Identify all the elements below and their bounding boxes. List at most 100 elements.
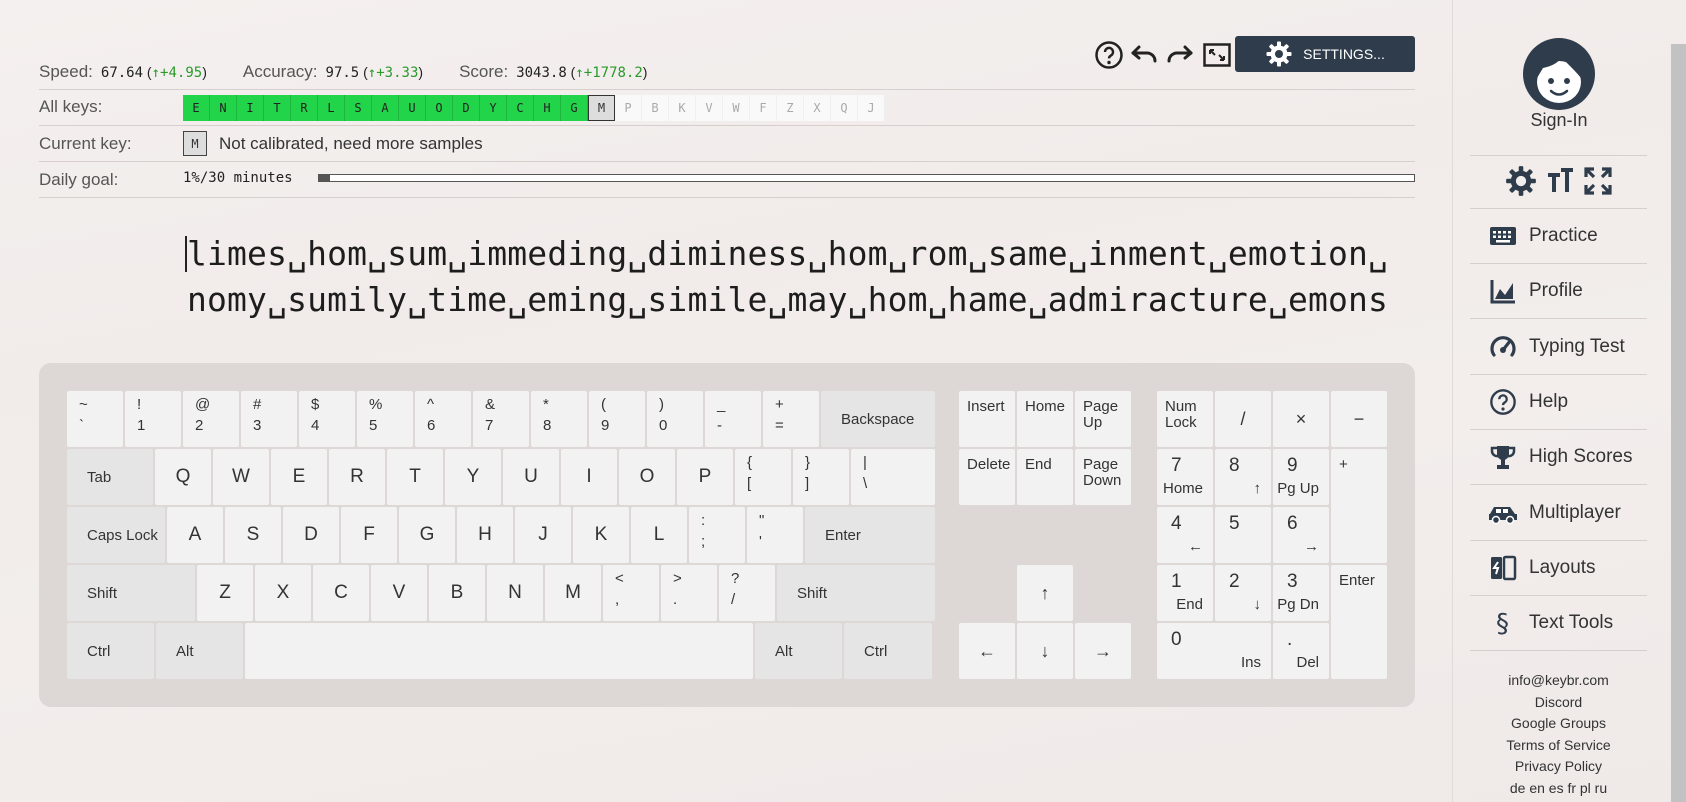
key-p[interactable]: P: [677, 449, 733, 505]
key-;[interactable]: :;: [689, 507, 745, 563]
key-[[interactable]: {[: [735, 449, 791, 505]
key-s[interactable]: S: [225, 507, 281, 563]
key-ctrl-left[interactable]: Ctrl: [67, 623, 154, 679]
key-m[interactable]: M: [545, 565, 601, 621]
key-num-plus[interactable]: +: [1331, 449, 1387, 563]
key-w[interactable]: W: [213, 449, 269, 505]
sidebar-item-layouts[interactable]: Layouts: [1488, 553, 1596, 583]
key-r[interactable]: R: [329, 449, 385, 505]
key-l[interactable]: L: [631, 507, 687, 563]
key-insert[interactable]: Insert: [959, 391, 1015, 447]
sidebar-item-profile[interactable]: Profile: [1488, 276, 1583, 306]
privacy-link[interactable]: Privacy Policy: [1470, 756, 1647, 778]
terms-link[interactable]: Terms of Service: [1470, 735, 1647, 757]
key--[interactable]: _ -: [705, 391, 761, 447]
key-][interactable]: }]: [793, 449, 849, 505]
key-home[interactable]: Home: [1017, 391, 1073, 447]
key-alt-left[interactable]: Alt: [156, 623, 243, 679]
scrollbar[interactable]: [1671, 44, 1686, 802]
key-`[interactable]: ~ `: [67, 391, 123, 447]
key-page-down[interactable]: Page Down: [1075, 449, 1131, 505]
lesson-line-1[interactable]: limes␣hom␣sum␣immeding␣diminess␣hom␣rom␣…: [187, 234, 1388, 273]
key-t[interactable]: T: [387, 449, 443, 505]
key-backspace[interactable]: Backspace: [821, 391, 935, 447]
key-u[interactable]: U: [503, 449, 559, 505]
key-arrow-up[interactable]: ↑: [1017, 565, 1073, 621]
key-alt-right[interactable]: Alt: [755, 623, 842, 679]
key-o[interactable]: O: [619, 449, 675, 505]
key-shift-right[interactable]: Shift: [777, 565, 935, 621]
key-q[interactable]: Q: [155, 449, 211, 505]
key-/[interactable]: ? /: [719, 565, 775, 621]
key-j[interactable]: J: [515, 507, 571, 563]
key-.[interactable]: >.: [661, 565, 717, 621]
key-,[interactable]: <,: [603, 565, 659, 621]
key-g[interactable]: G: [399, 507, 455, 563]
key-\[interactable]: | \: [851, 449, 935, 505]
key-b[interactable]: B: [429, 565, 485, 621]
email-link[interactable]: info@keybr.com: [1470, 670, 1647, 692]
key-2[interactable]: @2: [183, 391, 239, 447]
key-enter[interactable]: Enter: [805, 507, 935, 563]
key-num-divide[interactable]: /: [1215, 391, 1271, 447]
undo-icon[interactable]: [1128, 39, 1160, 71]
key-=[interactable]: + =: [763, 391, 819, 447]
key-arrow-down[interactable]: ↓: [1017, 623, 1073, 679]
key-caps-lock[interactable]: Caps Lock: [67, 507, 165, 563]
key-num-minus[interactable]: −: [1331, 391, 1387, 447]
key-num-1[interactable]: 1 End: [1157, 565, 1213, 621]
key-ctrl-right[interactable]: Ctrl: [844, 623, 932, 679]
key-7[interactable]: & 7: [473, 391, 529, 447]
key-6[interactable]: ^ 6: [415, 391, 471, 447]
lesson-line-2[interactable]: nomy␣sumily␣time␣eming␣simile␣may␣hom␣ha…: [187, 280, 1388, 319]
key-i[interactable]: I: [561, 449, 617, 505]
theme-gear-icon[interactable]: [1505, 165, 1537, 197]
sign-in-link[interactable]: Sign-In: [1480, 110, 1638, 131]
key-num-2[interactable]: 2 ↓: [1215, 565, 1271, 621]
key-f[interactable]: F: [341, 507, 397, 563]
key-num-5[interactable]: 5: [1215, 507, 1271, 563]
key-num-0[interactable]: 0 Ins: [1157, 623, 1271, 679]
key-num-7[interactable]: 7 Home: [1157, 449, 1213, 505]
key-0[interactable]: ) 0: [647, 391, 703, 447]
key-e[interactable]: E: [271, 449, 327, 505]
help-icon[interactable]: [1093, 39, 1125, 71]
language-links[interactable]: de en es fr pl ru: [1470, 778, 1647, 800]
key-d[interactable]: D: [283, 507, 339, 563]
key-9[interactable]: (9: [589, 391, 645, 447]
sidebar-item-multiplayer[interactable]: Multiplayer: [1488, 498, 1621, 528]
key-num-8[interactable]: 8 ↑: [1215, 449, 1271, 505]
key-num-9[interactable]: 9 Pg Up: [1273, 449, 1329, 505]
key-num-6[interactable]: 6 →: [1273, 507, 1329, 563]
key-n[interactable]: N: [487, 565, 543, 621]
avatar-icon[interactable]: [1523, 38, 1595, 110]
key-num-enter[interactable]: Enter: [1331, 565, 1387, 679]
key-delete[interactable]: Delete: [959, 449, 1015, 505]
settings-button[interactable]: SETTINGS...: [1235, 36, 1415, 72]
key-y[interactable]: Y: [445, 449, 501, 505]
key-page-up[interactable]: Page Up: [1075, 391, 1131, 447]
key-z[interactable]: Z: [197, 565, 253, 621]
key-num-3[interactable]: 3 Pg Dn: [1273, 565, 1329, 621]
key-shift-left[interactable]: Shift: [67, 565, 195, 621]
expand-icon[interactable]: [1583, 166, 1613, 196]
sidebar-item-typing-test[interactable]: Typing Test: [1488, 332, 1625, 362]
key-8[interactable]: * 8: [531, 391, 587, 447]
font-size-icon[interactable]: [1545, 166, 1575, 196]
sidebar-item-high-scores[interactable]: High Scores: [1488, 442, 1633, 472]
key-num-dot[interactable]: . Del: [1273, 623, 1329, 679]
sidebar-item-text-tools[interactable]: § Text Tools: [1488, 608, 1613, 638]
key-h[interactable]: H: [457, 507, 513, 563]
key-3[interactable]: #3: [241, 391, 297, 447]
key-k[interactable]: K: [573, 507, 629, 563]
key-tab[interactable]: Tab: [67, 449, 153, 505]
key-5[interactable]: % 5: [357, 391, 413, 447]
key-num-multiply[interactable]: ×: [1273, 391, 1329, 447]
key-1[interactable]: ! 1: [125, 391, 181, 447]
key-num-4[interactable]: 4 ←: [1157, 507, 1213, 563]
key-arrow-left[interactable]: ←: [959, 623, 1015, 679]
key-x[interactable]: X: [255, 565, 311, 621]
fullscreen-icon[interactable]: [1201, 39, 1233, 71]
key-a[interactable]: A: [167, 507, 223, 563]
key-end[interactable]: End: [1017, 449, 1073, 505]
